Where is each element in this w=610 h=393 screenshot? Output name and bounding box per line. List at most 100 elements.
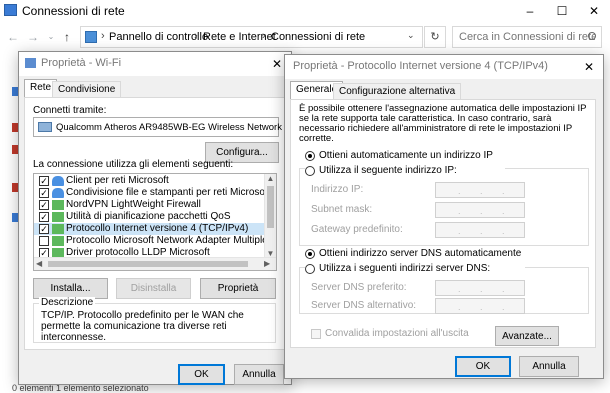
list-item[interactable]: ✓ Client per reti Microsoft [34,175,264,187]
address-dropdown-icon[interactable]: ⌄ [407,30,415,41]
recent-chevron-icon[interactable]: ⌄ [44,29,58,45]
breadcrumb-network-connections[interactable]: Connessioni di rete [271,31,365,43]
checkbox-checked[interactable]: ✓ [39,176,49,186]
cancel-button[interactable]: Annulla [519,356,579,377]
horizontal-scrollbar[interactable]: ◀ ▶ [34,257,276,270]
scroll-right-icon[interactable]: ▶ [264,259,270,268]
protocol-icon [52,236,64,246]
checkbox-unchecked[interactable] [39,236,49,246]
ip-separator: . [502,206,505,216]
tab-configurazione-alternativa[interactable]: Configurazione alternativa [333,83,462,100]
ip-separator: . [458,226,461,236]
advanced-button[interactable]: Avanzate... [495,326,559,346]
minimize-button[interactable]: – [514,0,546,22]
dns-manual-radio[interactable]: Utilizza i seguenti indirizzi server DNS… [305,263,525,276]
validate-checkbox: Convalida impostazioni all'uscita [311,328,511,341]
validate-label: Convalida impostazioni all'uscita [325,328,469,339]
adapter-field: Qualcomm Atheros AR9485WB-EG Wireless Ne… [33,117,317,137]
back-arrow-icon[interactable]: ← [6,29,20,45]
radio-unselected[interactable] [305,264,315,274]
maximize-button[interactable]: ☐ [546,0,578,22]
dns-preferred-label: Server DNS preferito: [311,282,407,293]
network-folder-icon [4,4,17,16]
scroll-thumb[interactable] [267,186,274,228]
client-network-icon [52,176,64,186]
ip-separator: . [480,206,483,216]
dialog-titlebar: Proprietà - Protocollo Internet versione… [285,55,603,79]
dns-alternate-label: Server DNS alternativo: [311,300,417,311]
ok-button[interactable]: OK [178,364,225,385]
install-button[interactable]: Installa... [33,278,108,299]
breadcrumb-chevron-icon: › [194,30,198,42]
properties-button[interactable]: Proprietà [200,278,276,299]
ip-separator: . [502,186,505,196]
ip-separator: . [458,186,461,196]
ip-manual-label: Utilizza il seguente indirizzo IP: [319,165,457,176]
item-label: Client per reti Microsoft [66,175,169,186]
ip-address-label: Indirizzo IP: [311,184,364,195]
explorer-title: Connessioni di rete [22,4,125,18]
adapter-name: Qualcomm Atheros AR9485WB-EG Wireless Ne… [56,122,318,133]
item-label: Protocollo Internet versione 4 (TCP/IPv4… [66,223,249,234]
checkbox-checked[interactable]: ✓ [39,200,49,210]
protocol-icon [52,224,64,234]
ip-address-field: . . . [435,182,525,198]
checkbox-checked[interactable]: ✓ [39,224,49,234]
items-label: La connessione utilizza gli elementi seg… [33,159,234,170]
ip-auto-label: Ottieni automaticamente un indirizzo IP [319,150,493,161]
wifi-properties-dialog: Proprietà - Wi-Fi ✕ Rete Condivisione Co… [18,51,317,385]
network-adapter-icon [38,122,52,132]
checkbox-disabled [311,329,321,339]
description-title: Descrizione [39,297,96,308]
tab-condivisione[interactable]: Condivisione [52,81,122,98]
radio-unselected[interactable] [305,166,315,176]
search-input[interactable] [452,26,602,48]
dns-auto-radio[interactable]: Ottieni indirizzo server DNS automaticam… [305,248,565,261]
list-item[interactable]: ✓ Condivisione file e stampanti per reti… [34,187,271,199]
cancel-button[interactable]: Annulla [234,364,284,385]
scroll-up-icon[interactable]: ▲ [265,174,276,183]
address-bar[interactable]: › Pannello di controllo › Rete e Interne… [80,26,423,48]
ip-auto-radio[interactable]: Ottieni automaticamente un indirizzo IP [305,150,555,163]
gateway-field: . . . [435,222,525,238]
list-item[interactable]: ✓ Utilità di pianificazione pacchetti Qo… [34,211,264,223]
close-icon[interactable]: ✕ [575,55,603,79]
ip-manual-radio[interactable]: Utilizza il seguente indirizzo IP: [305,165,505,178]
ipv4-properties-dialog: Proprietà - Protocollo Internet versione… [284,54,604,379]
breadcrumb-chevron-icon: › [262,30,266,42]
description-text: TCP/IP. Protocollo predefinito per le WA… [41,310,244,343]
scroll-left-icon[interactable]: ◀ [36,259,42,268]
close-button[interactable]: ✕ [578,0,610,22]
item-label: Protocollo Microsoft Network Adapter Mul… [66,235,277,246]
dialog-network-icon [25,58,36,68]
dns-auto-label: Ottieni indirizzo server DNS automaticam… [319,248,522,259]
item-label: NordVPN LightWeight Firewall [66,199,201,210]
gateway-label: Gateway predefinito: [311,224,403,235]
qos-icon [52,212,64,222]
components-list[interactable]: ✓ Client per reti Microsoft ✓ Condivisio… [33,173,277,271]
radio-selected[interactable] [305,249,315,259]
ip-separator: . [502,226,505,236]
connect-using-label: Connetti tramite: [33,105,107,116]
list-item[interactable]: Protocollo Microsoft Network Adapter Mul… [34,235,276,247]
ok-button[interactable]: OK [455,356,511,377]
radio-selected[interactable] [305,151,315,161]
checkbox-checked[interactable]: ✓ [39,188,49,198]
up-arrow-icon[interactable]: ↑ [60,29,74,45]
item-label: Utilità di pianificazione pacchetti QoS [66,211,231,222]
dns-alternate-field: . . . [435,298,525,314]
checkbox-checked[interactable]: ✓ [39,212,49,222]
control-panel-icon [85,31,97,43]
dialog-titlebar: Proprietà - Wi-Fi ✕ [19,52,291,76]
scroll-thumb[interactable] [48,261,248,267]
breadcrumb-chevron-icon: › [101,30,105,42]
dns-preferred-field: . . . [435,280,525,296]
ip-separator: . [480,186,483,196]
ip-separator: . [480,226,483,236]
forward-arrow-icon[interactable]: → [26,29,40,45]
vertical-scrollbar[interactable]: ▲ ▼ [264,174,276,258]
refresh-button[interactable]: ↻ [424,26,446,48]
list-item-selected[interactable]: ✓ Protocollo Internet versione 4 (TCP/IP… [34,223,264,235]
list-item[interactable]: ✓ NordVPN LightWeight Firewall [34,199,264,211]
intro-text: È possibile ottenere l'assegnazione auto… [299,103,587,144]
